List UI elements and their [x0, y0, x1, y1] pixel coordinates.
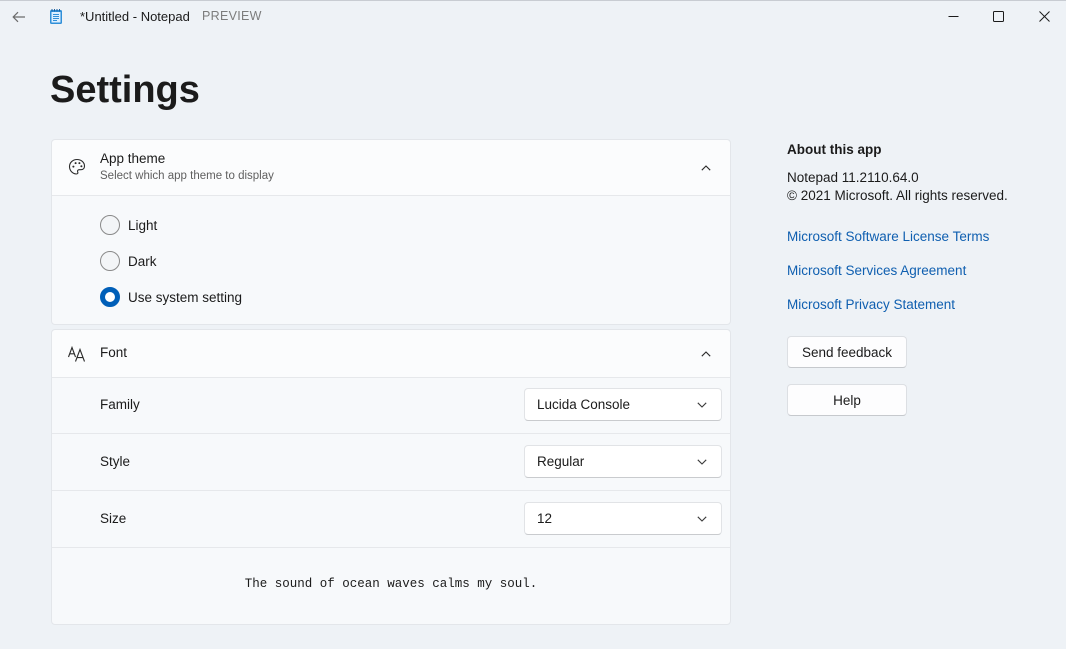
privacy-statement-link[interactable]: Microsoft Privacy Statement: [787, 297, 955, 312]
radio-label-light: Light: [128, 217, 158, 233]
minimize-icon: [948, 16, 958, 17]
palette-icon: [66, 156, 88, 178]
title-bar: *Untitled - Notepad PREVIEW: [0, 1, 1066, 33]
maximize-button[interactable]: [975, 1, 1021, 32]
help-button[interactable]: Help: [787, 384, 907, 416]
notepad-icon: [49, 8, 63, 25]
preview-badge: PREVIEW: [202, 9, 262, 23]
app-theme-header[interactable]: App theme Select which app theme to disp…: [52, 140, 730, 196]
window-title: *Untitled - Notepad: [80, 9, 190, 24]
app-theme-title: App theme: [100, 151, 166, 166]
font-style-row: Style Regular: [52, 434, 730, 491]
font-family-row: Family Lucida Console: [52, 377, 730, 434]
font-style-label: Style: [100, 454, 131, 469]
app-theme-card: App theme Select which app theme to disp…: [51, 139, 731, 325]
radio-label-dark: Dark: [128, 253, 157, 269]
app-copyright: © 2021 Microsoft. All rights reserved.: [787, 188, 1008, 203]
theme-option-system[interactable]: Use system setting: [100, 286, 242, 308]
about-title: About this app: [787, 142, 882, 157]
services-agreement-link[interactable]: Microsoft Services Agreement: [787, 263, 966, 278]
font-style-value: Regular: [537, 454, 585, 469]
font-family-label: Family: [100, 397, 140, 412]
font-size-dropdown[interactable]: 12: [524, 502, 722, 535]
app-theme-subtitle: Select which app theme to display: [100, 170, 274, 182]
radio-label-system: Use system setting: [128, 289, 243, 305]
chevron-down-icon: [695, 512, 709, 526]
font-card: Font Family Lucida Console Style Regular: [51, 329, 731, 625]
font-size-row: Size 12: [52, 491, 730, 548]
font-family-value: Lucida Console: [537, 397, 631, 412]
font-family-dropdown[interactable]: Lucida Console: [524, 388, 722, 421]
minimize-button[interactable]: [930, 1, 976, 32]
chevron-up-icon[interactable]: [698, 346, 714, 362]
font-icon: [66, 343, 88, 365]
radio-system-selected[interactable]: [100, 287, 120, 307]
theme-option-light[interactable]: Light: [100, 214, 157, 236]
radio-light[interactable]: [100, 215, 120, 235]
maximize-icon: [992, 11, 1004, 22]
font-header[interactable]: Font: [52, 330, 730, 378]
font-size-value: 12: [537, 511, 553, 526]
chevron-down-icon: [695, 455, 709, 469]
font-size-label: Size: [100, 511, 127, 526]
back-arrow-icon: [12, 11, 25, 23]
back-button[interactable]: [6, 4, 32, 30]
close-icon: [1038, 11, 1050, 22]
font-title: Font: [100, 345, 128, 360]
font-style-dropdown[interactable]: Regular: [524, 445, 722, 478]
notepad-window: *Untitled - Notepad PREVIEW Settings App…: [0, 0, 1066, 649]
close-button[interactable]: [1021, 1, 1066, 32]
send-feedback-button[interactable]: Send feedback: [787, 336, 907, 368]
page-title: Settings: [50, 69, 200, 111]
license-terms-link[interactable]: Microsoft Software License Terms: [787, 229, 989, 244]
theme-option-dark[interactable]: Dark: [100, 250, 157, 272]
app-version: Notepad 11.2110.64.0: [787, 170, 919, 185]
radio-dark[interactable]: [100, 251, 120, 271]
font-preview-text: The sound of ocean waves calms my soul.: [244, 577, 538, 591]
chevron-up-icon[interactable]: [698, 160, 714, 176]
chevron-down-icon: [695, 398, 709, 412]
